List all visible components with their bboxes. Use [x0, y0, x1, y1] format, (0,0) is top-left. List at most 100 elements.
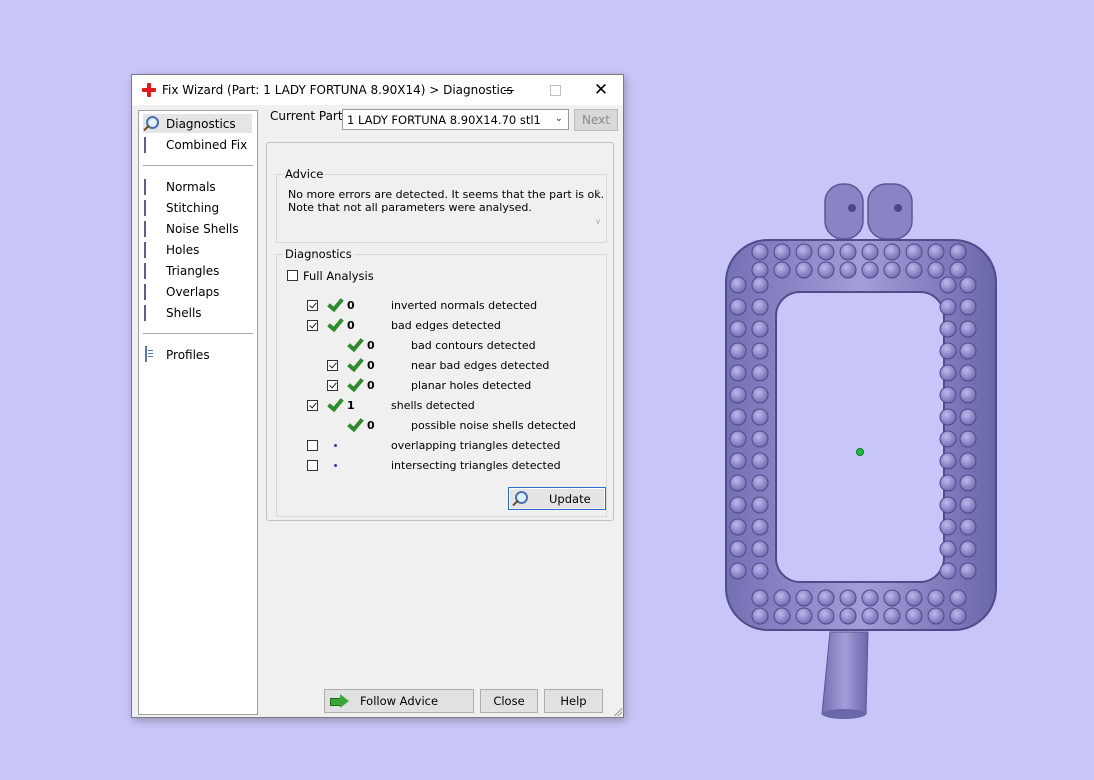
sidebar-item-triangles[interactable]: Triangles: [143, 261, 219, 280]
sidebar-item-label: Noise Shells: [166, 221, 239, 236]
help-button[interactable]: Help: [544, 689, 603, 713]
sidebar-item-profiles[interactable]: Profiles: [143, 345, 210, 364]
bead: [949, 607, 967, 625]
current-part-value: 1 LADY FORTUNA 8.90X14.70 stl1: [347, 113, 541, 127]
sidebar-item-holes[interactable]: Holes: [143, 240, 199, 259]
minimize-button[interactable]: [486, 75, 532, 105]
bead: [861, 261, 879, 279]
sidebar-item-stitching[interactable]: Stitching: [143, 198, 219, 217]
bead: [939, 540, 957, 558]
checkmark-icon: [326, 316, 343, 332]
sidebar-item-label: Triangles: [166, 263, 220, 278]
bead: [729, 474, 747, 492]
sidebar-item-combined-fix[interactable]: Combined Fix: [143, 135, 247, 154]
bead: [751, 261, 769, 279]
bead: [939, 298, 957, 316]
bead: [751, 562, 769, 580]
chevron-down-icon: ⌄: [554, 113, 563, 124]
cube-red-face-icon: [143, 178, 161, 195]
bead: [751, 408, 769, 426]
bead: [795, 589, 813, 607]
bead: [939, 276, 957, 294]
shells-checkbox[interactable]: [307, 400, 318, 411]
bad-edges-checkbox[interactable]: [307, 320, 318, 331]
document-icon: [143, 345, 161, 363]
sidebar-item-shells[interactable]: Shells: [143, 303, 202, 322]
sidebar-item-label: Normals: [166, 179, 216, 194]
sidebar-item-noise-shells[interactable]: Noise Shells: [143, 219, 239, 238]
window-title: Fix Wizard (Part: 1 LADY FORTUNA 8.90X14…: [162, 83, 513, 97]
bead: [751, 386, 769, 404]
bead: [839, 607, 857, 625]
bead: [927, 243, 945, 261]
follow-advice-label: Follow Advice: [359, 694, 439, 708]
bad-edges-label: bad edges detected: [391, 319, 501, 332]
cube-dots-icon: [143, 220, 161, 237]
close-button[interactable]: Close: [480, 689, 538, 713]
bead: [905, 261, 923, 279]
sidebar-item-label: Overlaps: [166, 284, 220, 299]
inverted-normals-count: 0: [347, 299, 355, 312]
bead: [795, 261, 813, 279]
bead: [729, 452, 747, 470]
close-window-button[interactable]: ✕: [578, 75, 624, 105]
advice-group: Advice No more errors are detected. It s…: [276, 167, 607, 243]
bead: [773, 607, 791, 625]
bead: [959, 386, 977, 404]
follow-advice-button[interactable]: Follow Advice: [324, 689, 474, 713]
bead: [959, 430, 977, 448]
bead: [939, 364, 957, 382]
overlapping-triangles-checkbox[interactable]: [307, 440, 318, 451]
bead: [949, 243, 967, 261]
shells-count: 1: [347, 399, 355, 412]
bead: [939, 562, 957, 580]
bead: [729, 540, 747, 558]
app-cross-icon: [142, 83, 156, 97]
intersecting-triangles-label: intersecting triangles detected: [391, 459, 561, 472]
bead: [939, 386, 957, 404]
cube-icon: [143, 283, 161, 300]
bead: [751, 607, 769, 625]
sidebar-item-normals[interactable]: Normals: [143, 177, 216, 196]
current-part-dropdown[interactable]: 1 LADY FORTUNA 8.90X14.70 stl1 ⌄: [342, 109, 569, 130]
update-button[interactable]: Update: [508, 487, 606, 510]
bead: [883, 607, 901, 625]
bead: [817, 589, 835, 607]
cube-icon: [143, 304, 161, 321]
bad-edges-count: 0: [347, 319, 355, 332]
bead: [939, 496, 957, 514]
bead: [729, 562, 747, 580]
origin-marker: [856, 448, 864, 456]
near-bad-edges-checkbox[interactable]: [327, 360, 338, 371]
bead: [959, 298, 977, 316]
diagnostics-group-label: Diagnostics: [283, 247, 354, 261]
cube-icon: [143, 199, 161, 216]
checkmark-icon: [346, 336, 363, 352]
inverted-normals-checkbox[interactable]: [307, 300, 318, 311]
advice-textbox[interactable]: No more errors are detected. It seems th…: [279, 183, 604, 233]
sidebar-item-label: Holes: [166, 242, 200, 257]
resize-grip-icon[interactable]: [613, 707, 622, 716]
full-analysis-checkbox[interactable]: [287, 270, 298, 281]
bead: [959, 408, 977, 426]
planar-holes-checkbox[interactable]: [327, 380, 338, 391]
bead: [949, 589, 967, 607]
next-button[interactable]: Next: [574, 109, 618, 131]
bead: [751, 298, 769, 316]
sidebar-item-diagnostics[interactable]: Diagnostics: [143, 114, 252, 133]
sidebar-divider: [143, 165, 253, 166]
checkmark-icon: [326, 396, 343, 412]
current-part-label: Current Part:: [270, 109, 347, 123]
title-bar[interactable]: Fix Wizard (Part: 1 LADY FORTUNA 8.90X14…: [132, 75, 623, 105]
sidebar-item-overlaps[interactable]: Overlaps: [143, 282, 219, 301]
maximize-button[interactable]: [532, 75, 578, 105]
bead: [939, 430, 957, 448]
planar-holes-count: 0: [367, 379, 375, 392]
bead: [883, 243, 901, 261]
scroll-down-icon[interactable]: ∨: [595, 217, 601, 226]
bead: [751, 518, 769, 536]
bead: [773, 261, 791, 279]
sidebar-item-label: Stitching: [166, 200, 220, 215]
intersecting-triangles-checkbox[interactable]: [307, 460, 318, 471]
scroll-up-icon[interactable]: ∧: [595, 187, 601, 196]
